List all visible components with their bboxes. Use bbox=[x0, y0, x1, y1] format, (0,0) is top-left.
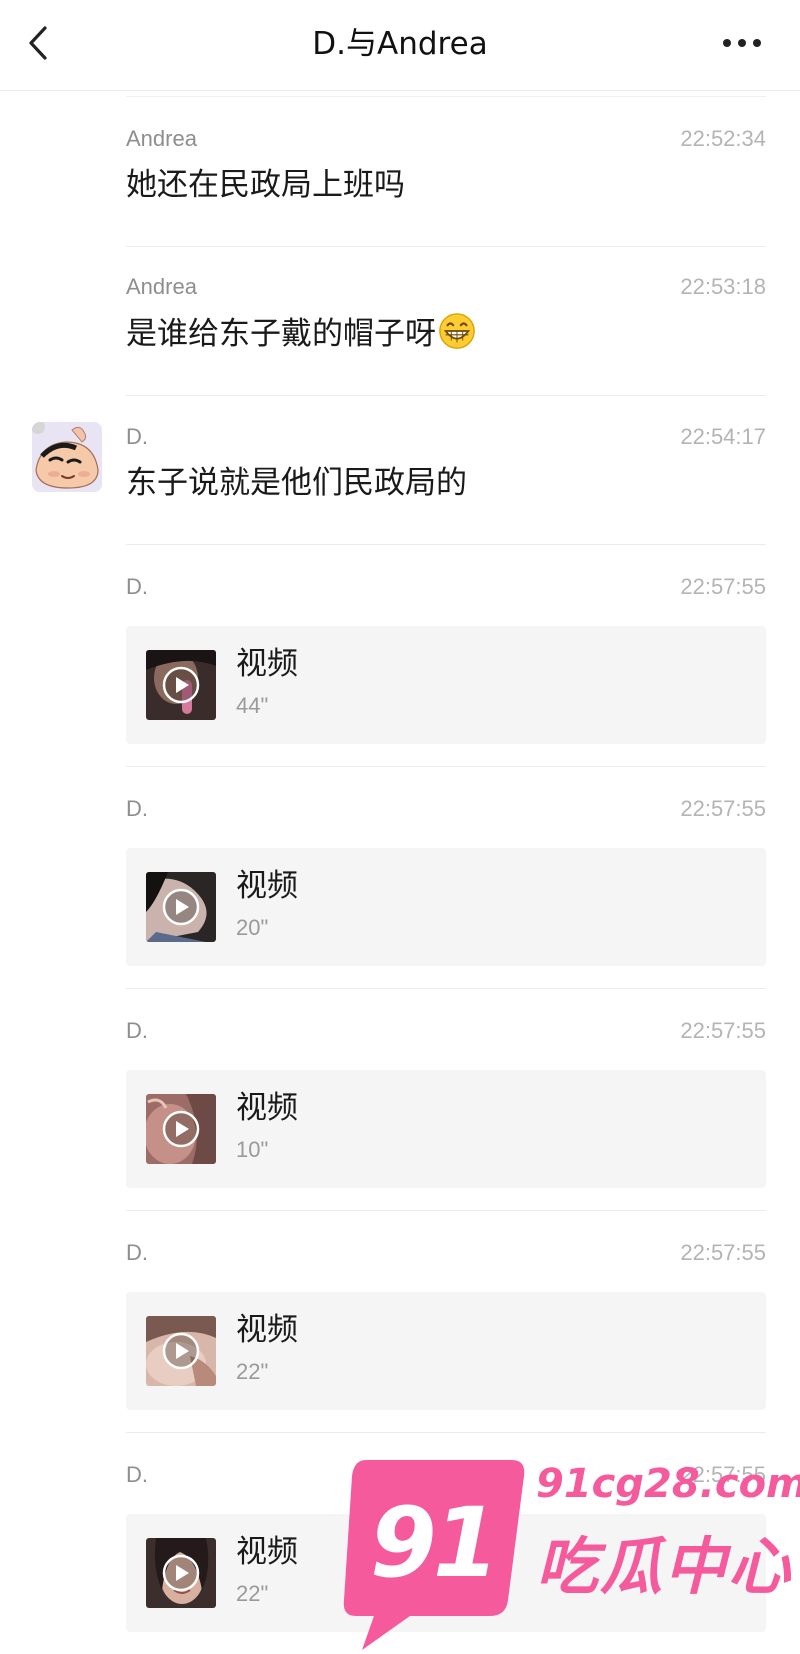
video-thumbnail bbox=[146, 1094, 216, 1164]
video-label: 视频 bbox=[236, 1090, 298, 1126]
message-time: 22:57:55 bbox=[680, 1240, 766, 1265]
navbar: D.与Andrea bbox=[0, 0, 800, 91]
more-horizontal-icon[interactable] bbox=[720, 32, 764, 54]
video-label: 视频 bbox=[236, 868, 298, 904]
divider bbox=[126, 1210, 766, 1211]
sender-name: D. bbox=[126, 424, 148, 449]
message-item: D. 22:57:55 视频 44" bbox=[0, 564, 800, 764]
message-time: 22:53:18 bbox=[680, 274, 766, 299]
video-thumbnail bbox=[146, 872, 216, 942]
play-icon bbox=[162, 1554, 200, 1592]
divider bbox=[126, 988, 766, 989]
divider bbox=[126, 766, 766, 767]
message-item: D. 22:57:55 视频 22" bbox=[0, 1230, 800, 1430]
message-item: D. 22:57:55 视频 10" bbox=[0, 1008, 800, 1208]
message-item: Andrea 22:53:18 是谁给东子戴的帽子呀 bbox=[0, 264, 800, 384]
divider bbox=[126, 96, 766, 97]
divider bbox=[126, 246, 766, 247]
message-time: 22:57:55 bbox=[680, 1462, 766, 1487]
sender-name: D. bbox=[126, 1240, 148, 1265]
video-thumbnail bbox=[146, 1538, 216, 1608]
sender-name: D. bbox=[126, 796, 148, 821]
sender-name: D. bbox=[126, 574, 148, 599]
play-icon bbox=[162, 888, 200, 926]
message-time: 22:52:34 bbox=[680, 126, 766, 151]
message-text[interactable]: 东子说就是他们民政局的 bbox=[126, 462, 467, 504]
message-item: Andrea 22:52:34 她还在民政局上班吗 bbox=[0, 116, 800, 236]
sender-name: D. bbox=[126, 1018, 148, 1043]
message-time: 22:54:17 bbox=[680, 424, 766, 449]
video-card[interactable]: 视频 22" bbox=[126, 1292, 766, 1410]
sender-name: Andrea bbox=[126, 126, 197, 151]
message-time: 22:57:55 bbox=[680, 1018, 766, 1043]
sender-name: D. bbox=[126, 1462, 148, 1487]
video-duration: 10" bbox=[236, 1137, 269, 1162]
play-icon bbox=[162, 1332, 200, 1370]
message-text[interactable]: 是谁给东子戴的帽子呀 bbox=[126, 312, 476, 355]
video-label: 视频 bbox=[236, 1312, 298, 1348]
video-duration: 20" bbox=[236, 915, 269, 940]
message-text-content: 是谁给东子戴的帽子呀 bbox=[126, 316, 436, 352]
page-title: D.与Andrea bbox=[312, 26, 488, 62]
video-card[interactable]: 视频 22" bbox=[126, 1514, 766, 1632]
video-duration: 22" bbox=[236, 1581, 269, 1606]
sender-name: Andrea bbox=[126, 274, 197, 299]
message-item: D. 22:57:55 视频 22" bbox=[0, 1452, 800, 1652]
message-time: 22:57:55 bbox=[680, 796, 766, 821]
play-icon bbox=[162, 1110, 200, 1148]
divider bbox=[126, 1432, 766, 1433]
video-duration: 44" bbox=[236, 693, 269, 718]
grinning-face-emoji-icon bbox=[439, 313, 475, 349]
video-card[interactable]: 视频 10" bbox=[126, 1070, 766, 1188]
message-time: 22:57:55 bbox=[680, 574, 766, 599]
message-text[interactable]: 她还在民政局上班吗 bbox=[126, 164, 405, 206]
chevron-left-icon[interactable] bbox=[26, 25, 50, 61]
video-card[interactable]: 视频 20" bbox=[126, 848, 766, 966]
video-duration: 22" bbox=[236, 1359, 269, 1384]
video-label: 视频 bbox=[236, 646, 298, 682]
message-item: D. 22:57:55 视频 20" bbox=[0, 786, 800, 986]
video-thumbnail bbox=[146, 1316, 216, 1386]
avatar[interactable] bbox=[32, 422, 102, 492]
divider bbox=[126, 395, 766, 396]
play-icon bbox=[162, 666, 200, 704]
message-item: D. 22:54:17 东子说就是他们民政局的 bbox=[0, 414, 800, 534]
video-label: 视频 bbox=[236, 1534, 298, 1570]
cartoon-avatar-icon bbox=[32, 422, 102, 492]
video-card[interactable]: 视频 44" bbox=[126, 626, 766, 744]
video-thumbnail bbox=[146, 650, 216, 720]
divider bbox=[126, 544, 766, 545]
